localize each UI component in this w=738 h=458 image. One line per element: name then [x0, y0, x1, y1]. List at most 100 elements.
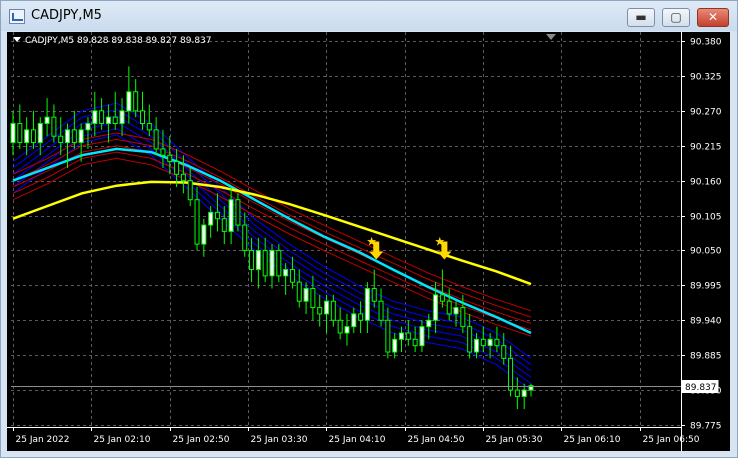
- bear-candle: [235, 199, 241, 226]
- bear-candle: [446, 300, 452, 315]
- bull-candle: [255, 249, 261, 270]
- bear-candle: [296, 281, 302, 302]
- price-tick-label: 89.775: [690, 422, 722, 432]
- bull-candle: [351, 313, 357, 328]
- window-title: CADJPY,M5: [31, 8, 102, 23]
- bear-candle: [214, 211, 220, 220]
- bear-candle: [187, 180, 193, 201]
- price-chart[interactable]: 90.380 90.325 90.270 90.215 90.160 90.105 90.0…: [7, 32, 730, 451]
- price-tick-label: 90.215: [690, 143, 722, 153]
- bull-candle: [119, 110, 125, 125]
- time-tick-label: 25 Jan 03:30: [251, 435, 308, 445]
- bull-candle: [92, 110, 98, 125]
- bear-candle: [17, 123, 23, 144]
- bull-candle: [228, 199, 234, 232]
- bear-candle: [140, 110, 145, 125]
- bull-candle: [324, 300, 330, 315]
- price-tick-label: 90.105: [690, 213, 722, 223]
- price-tick-label: 89.940: [690, 317, 722, 327]
- bull-candle: [37, 123, 43, 144]
- bear-candle: [174, 161, 180, 175]
- collapse-arrow-icon[interactable]: [13, 37, 21, 42]
- bear-candle: [405, 332, 411, 340]
- chart-shift-marker[interactable]: [546, 34, 556, 40]
- bull-candle: [24, 129, 30, 144]
- maximize-icon: ▢: [670, 10, 682, 24]
- bear-candle: [160, 148, 166, 156]
- time-tick-label: 25 Jan 06:50: [643, 435, 700, 445]
- bear-candle: [337, 319, 343, 334]
- bull-candle: [364, 288, 370, 321]
- bear-candle: [289, 268, 295, 283]
- bear-candle: [276, 249, 282, 277]
- bear-candle: [51, 116, 57, 137]
- bear-candle: [501, 345, 507, 359]
- chart-canvas[interactable]: 90.380 90.325 90.270 90.215 90.160 90.105 90.0…: [7, 32, 730, 451]
- bear-candle: [30, 129, 36, 144]
- bear-candle: [249, 249, 255, 270]
- bear-candle: [180, 173, 186, 182]
- bear-candle: [358, 313, 364, 321]
- bull-candle: [44, 116, 50, 125]
- title-bar[interactable]: CADJPY,M5 ▬ ▢ ✕: [1, 1, 737, 31]
- bear-candle: [146, 123, 152, 131]
- bear-candle: [460, 307, 466, 328]
- bull-candle: [521, 389, 527, 397]
- bear-candle: [385, 319, 391, 353]
- price-tick-label: 90.380: [690, 38, 722, 48]
- bull-candle: [105, 116, 111, 125]
- bull-candle: [487, 338, 493, 347]
- bear-candle: [439, 294, 445, 302]
- bull-candle: [344, 326, 350, 334]
- time-tick-label: 25 Jan 05:30: [486, 435, 543, 445]
- bull-candle: [269, 249, 275, 277]
- bull-candle: [126, 91, 132, 112]
- minimize-button[interactable]: ▬: [627, 8, 655, 27]
- bear-candle: [412, 338, 418, 347]
- time-tick-label: 25 Jan 04:10: [329, 435, 386, 445]
- price-tick-label: 89.995: [690, 282, 722, 292]
- price-tick-label: 89.885: [690, 352, 722, 362]
- bear-candle: [371, 288, 377, 302]
- current-price-label: 89.837: [685, 383, 717, 393]
- bull-candle: [453, 307, 459, 315]
- bear-candle: [221, 218, 227, 232]
- maximize-button[interactable]: ▢: [662, 8, 690, 27]
- bear-candle: [112, 116, 118, 125]
- bull-candle: [473, 338, 479, 353]
- ma-red-line: [12, 145, 532, 324]
- minimize-icon: ▬: [635, 10, 647, 24]
- ma-cyan-line: [12, 147, 532, 335]
- chart-window: CADJPY,M5 ▬ ▢ ✕ 90.380 90.325 90.270 90.215…: [0, 0, 738, 458]
- time-tick-label: 25 Jan 02:10: [94, 435, 151, 445]
- bull-candle: [303, 288, 309, 302]
- close-button[interactable]: ✕: [697, 8, 729, 27]
- bear-candle: [71, 129, 77, 144]
- price-tick-label: 90.050: [690, 247, 722, 257]
- chart-window-icon: [9, 9, 25, 24]
- price-tick-label: 90.325: [690, 73, 722, 83]
- bull-candle: [283, 268, 289, 277]
- bear-candle: [58, 135, 64, 144]
- bull-candle: [65, 129, 71, 144]
- bear-candle: [330, 300, 336, 321]
- bear-candle: [514, 389, 520, 397]
- bear-candle: [99, 110, 105, 125]
- bear-candle: [317, 307, 323, 315]
- bear-candle: [508, 357, 514, 391]
- bear-candle: [133, 91, 139, 112]
- bull-candle: [208, 211, 214, 226]
- ma-red-line: [12, 151, 532, 331]
- bear-candle: [194, 199, 200, 245]
- bull-candle: [78, 129, 84, 144]
- ma-blue-line: [12, 108, 532, 366]
- bear-candle: [262, 249, 268, 277]
- symbol-info: CADJPY,M5 89.828 89.838 89.827 89.837: [13, 36, 212, 46]
- symbol-ohlc-text: CADJPY,M5 89.828 89.838 89.827 89.837: [25, 36, 212, 46]
- bear-candle: [242, 224, 248, 251]
- bear-candle: [467, 326, 473, 353]
- bull-candle: [392, 338, 398, 353]
- bear-candle: [167, 154, 173, 163]
- bear-candle: [378, 300, 384, 321]
- bull-candle: [399, 332, 404, 340]
